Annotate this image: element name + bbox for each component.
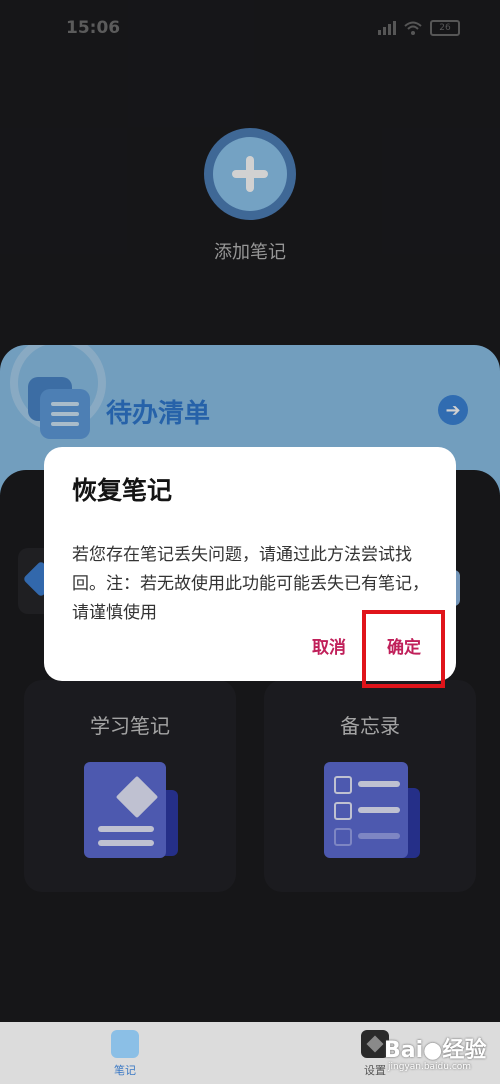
nav-tab-notes[interactable]: 笔记 — [95, 1030, 155, 1078]
app-screen: 15:06 26 添加笔记 待办清单 ➔ 学习笔记 备忘录 恢复笔记 若您存在笔… — [0, 0, 500, 1084]
dialog-title: 恢复笔记 — [72, 476, 173, 505]
nav-label-notes: 笔记 — [114, 1064, 136, 1077]
watermark-url: jingyan.baidu.com — [388, 1062, 472, 1072]
cancel-button[interactable]: 取消 — [312, 633, 346, 658]
annotation-highlight-box — [362, 610, 445, 688]
notes-icon — [111, 1030, 139, 1058]
watermark-logo: Bai●经验 — [384, 1038, 487, 1063]
